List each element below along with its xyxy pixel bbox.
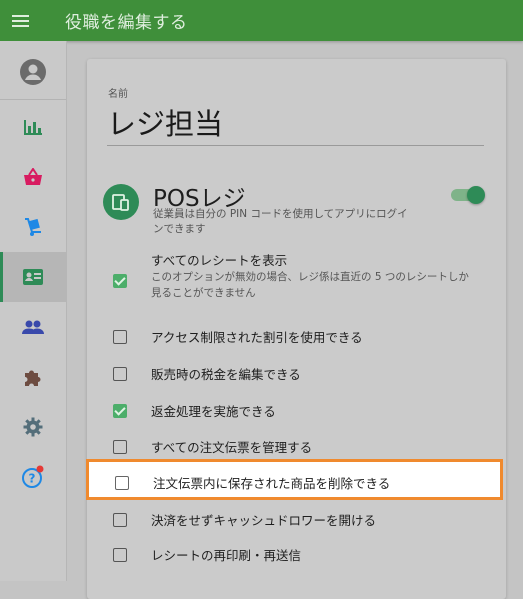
- pos-section-description: 従業員は自分の PIN コードを使用してアプリにログインできます: [153, 208, 408, 235]
- permission-label: 返金処理を実施できる: [151, 404, 276, 419]
- role-edit-card: 名前 レジ担当 POSレジ 従業員は自分の PIN コードを使用してアプリにログ…: [87, 59, 506, 599]
- permission-label: 決済をせずキャッシュドロワーを開ける: [151, 513, 377, 528]
- permission-label: 注文伝票内に保存された商品を削除できる: [153, 476, 391, 491]
- name-field-label: 名前: [108, 89, 128, 100]
- name-field-underline: [107, 145, 484, 146]
- permission-description: このオプションが無効の場合、レジ係は直近の 5 つのレシートしか見ることができま…: [151, 271, 469, 299]
- svg-text:?: ?: [29, 472, 36, 486]
- permission-checkbox[interactable]: [113, 548, 127, 562]
- permission-checkbox[interactable]: [113, 404, 127, 418]
- permission-checkbox[interactable]: [113, 440, 127, 454]
- reports-icon[interactable]: [0, 102, 66, 152]
- items-icon[interactable]: [0, 152, 66, 202]
- permission-label: 販売時の税金を編集できる: [151, 367, 301, 382]
- permission-checkbox[interactable]: [113, 367, 127, 381]
- account-icon[interactable]: [0, 47, 66, 97]
- pos-access-toggle[interactable]: [451, 186, 485, 204]
- inventory-icon[interactable]: [0, 202, 66, 252]
- help-icon[interactable]: ?: [0, 452, 66, 502]
- permission-label: すべてのレシートを表示: [151, 253, 288, 268]
- apps-icon[interactable]: [0, 352, 66, 402]
- page-title: 役職を編集する: [65, 13, 188, 33]
- pos-devices-icon: [103, 184, 139, 220]
- permission-checkbox[interactable]: [115, 476, 129, 490]
- customers-icon[interactable]: [0, 302, 66, 352]
- sidebar: ?: [0, 41, 67, 581]
- settings-icon[interactable]: [0, 402, 66, 452]
- sidebar-divider: [0, 99, 66, 100]
- employees-icon[interactable]: [0, 252, 66, 302]
- permission-checkbox[interactable]: [113, 513, 127, 527]
- app-bar: 役職を編集する: [0, 0, 523, 41]
- menu-icon[interactable]: [12, 0, 54, 41]
- permission-label: レシートの再印刷・再送信: [151, 548, 302, 563]
- permission-label: すべての注文伝票を管理する: [151, 440, 313, 455]
- permission-label: アクセス制限された割引を使用できる: [151, 330, 363, 345]
- permission-checkbox[interactable]: [113, 330, 127, 344]
- permission-checkbox[interactable]: [113, 274, 127, 288]
- permission-row-delete-ticket-items: 注文伝票内に保存された商品を削除できる: [86, 459, 503, 500]
- name-field[interactable]: レジ担当: [107, 101, 223, 143]
